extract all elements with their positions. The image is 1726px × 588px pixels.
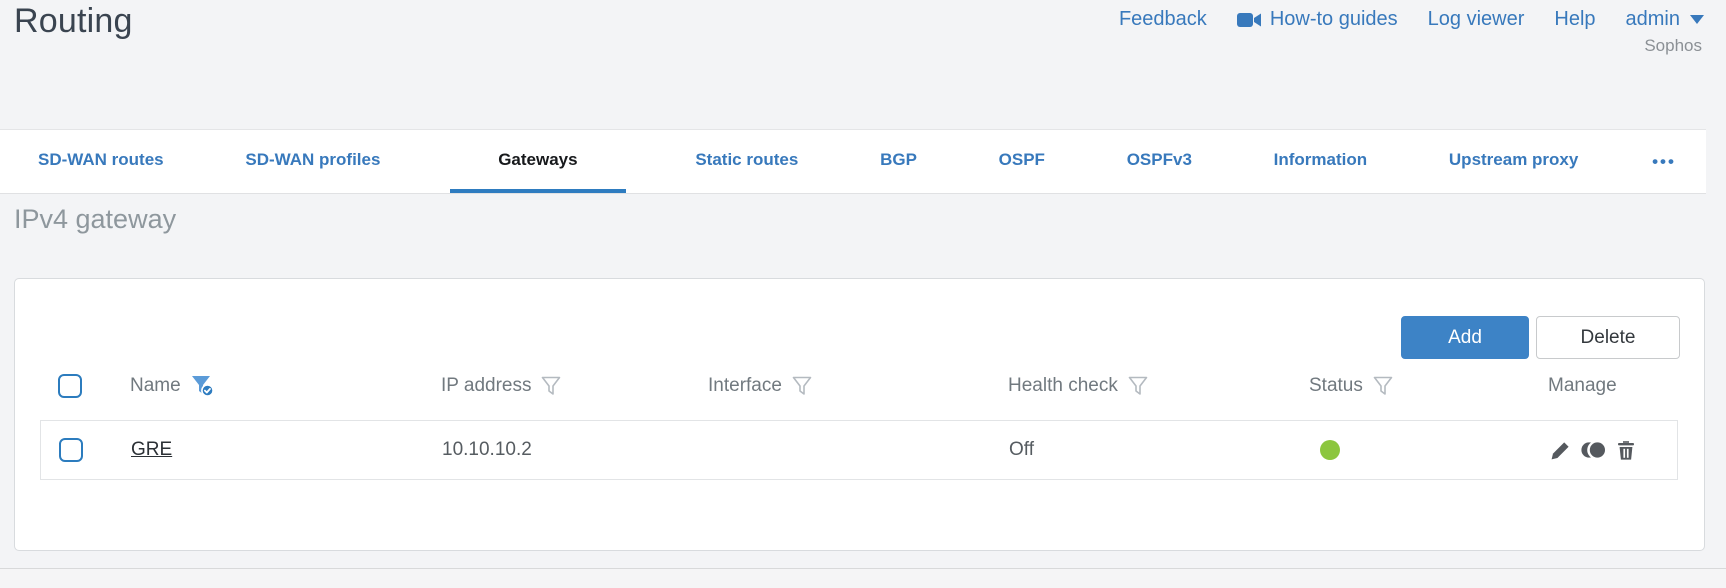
filter-funnel-icon[interactable] bbox=[1127, 375, 1149, 397]
tab-information[interactable]: Information bbox=[1262, 130, 1380, 193]
column-header-status: Status bbox=[1309, 375, 1548, 397]
manage-cell bbox=[1549, 438, 1677, 462]
tab-bar: SD-WAN routes SD-WAN profiles Gateways S… bbox=[0, 129, 1706, 194]
delete-button[interactable]: Delete bbox=[1536, 316, 1680, 359]
how-to-guides-label: How-to guides bbox=[1269, 8, 1398, 30]
table-row: GRE 10.10.10.2 Off bbox=[41, 421, 1677, 479]
column-label: IP address bbox=[441, 375, 532, 396]
ipv4-gateway-card: Add Delete Name IP address Interface Hea… bbox=[14, 278, 1705, 551]
tab-bgp[interactable]: BGP bbox=[868, 130, 929, 193]
section-title: IPv4 gateway bbox=[14, 204, 177, 234]
tab-sd-wan-routes[interactable]: SD-WAN routes bbox=[26, 130, 176, 193]
column-header-health-check: Health check bbox=[1008, 375, 1309, 397]
help-label: Help bbox=[1554, 8, 1596, 30]
footer-strip bbox=[0, 568, 1726, 588]
column-label: Manage bbox=[1548, 375, 1617, 396]
column-header-name: Name bbox=[130, 374, 441, 398]
column-label: Name bbox=[130, 375, 181, 396]
table-header: Name IP address Interface Health check S… bbox=[40, 363, 1678, 409]
user-menu[interactable]: admin bbox=[1626, 8, 1704, 31]
tab-gateways[interactable]: Gateways bbox=[450, 130, 626, 193]
column-label: Health check bbox=[1008, 375, 1118, 396]
edit-pencil-icon[interactable] bbox=[1549, 438, 1573, 462]
column-label: Interface bbox=[708, 375, 782, 396]
tab-sd-wan-profiles[interactable]: SD-WAN profiles bbox=[233, 130, 392, 193]
delete-trash-icon[interactable] bbox=[1615, 438, 1637, 462]
table-body: GRE 10.10.10.2 Off bbox=[40, 420, 1678, 480]
filter-funnel-icon[interactable] bbox=[791, 375, 813, 397]
column-label: Status bbox=[1309, 375, 1363, 396]
log-viewer-label: Log viewer bbox=[1427, 8, 1525, 30]
clone-icon[interactable] bbox=[1580, 438, 1608, 462]
feedback-link[interactable]: Feedback bbox=[1119, 8, 1207, 31]
toolbar: Add Delete bbox=[1401, 316, 1680, 359]
select-all-checkbox[interactable] bbox=[58, 374, 82, 398]
column-header-ip-address: IP address bbox=[441, 375, 708, 397]
page-title: Routing bbox=[14, 2, 133, 40]
tab-static-routes[interactable]: Static routes bbox=[683, 130, 810, 193]
tenant-label: Sophos bbox=[1644, 36, 1702, 55]
video-camera-icon bbox=[1236, 10, 1262, 30]
user-name: admin bbox=[1625, 8, 1680, 30]
tab-more-ellipsis-icon[interactable]: ••• bbox=[1648, 130, 1680, 193]
tab-ospfv3[interactable]: OSPFv3 bbox=[1115, 130, 1204, 193]
filter-funnel-icon[interactable] bbox=[1372, 375, 1394, 397]
gateway-name-link[interactable]: GRE bbox=[131, 439, 172, 460]
status-dot bbox=[1320, 440, 1340, 460]
help-link[interactable]: Help bbox=[1554, 8, 1595, 31]
tab-ospf[interactable]: OSPF bbox=[987, 130, 1057, 193]
feedback-label: Feedback bbox=[1118, 8, 1207, 30]
column-header-interface: Interface bbox=[708, 375, 1008, 397]
filter-funnel-icon[interactable] bbox=[540, 375, 562, 397]
routing-page: Routing Feedback How-to guides Log viewe… bbox=[0, 0, 1726, 588]
top-nav: Feedback How-to guides Log viewer Help a… bbox=[1119, 8, 1704, 31]
ip-address-cell: 10.10.10.2 bbox=[442, 439, 532, 460]
log-viewer-link[interactable]: Log viewer bbox=[1428, 8, 1525, 31]
health-check-cell: Off bbox=[1009, 439, 1034, 460]
tab-upstream-proxy[interactable]: Upstream proxy bbox=[1437, 130, 1590, 193]
filter-funnel-checked-icon[interactable] bbox=[190, 374, 217, 398]
column-header-manage: Manage bbox=[1548, 375, 1678, 397]
row-checkbox[interactable] bbox=[59, 438, 83, 462]
add-button[interactable]: Add bbox=[1401, 316, 1529, 359]
how-to-guides-link[interactable]: How-to guides bbox=[1236, 8, 1398, 31]
chevron-down-icon bbox=[1690, 15, 1704, 24]
